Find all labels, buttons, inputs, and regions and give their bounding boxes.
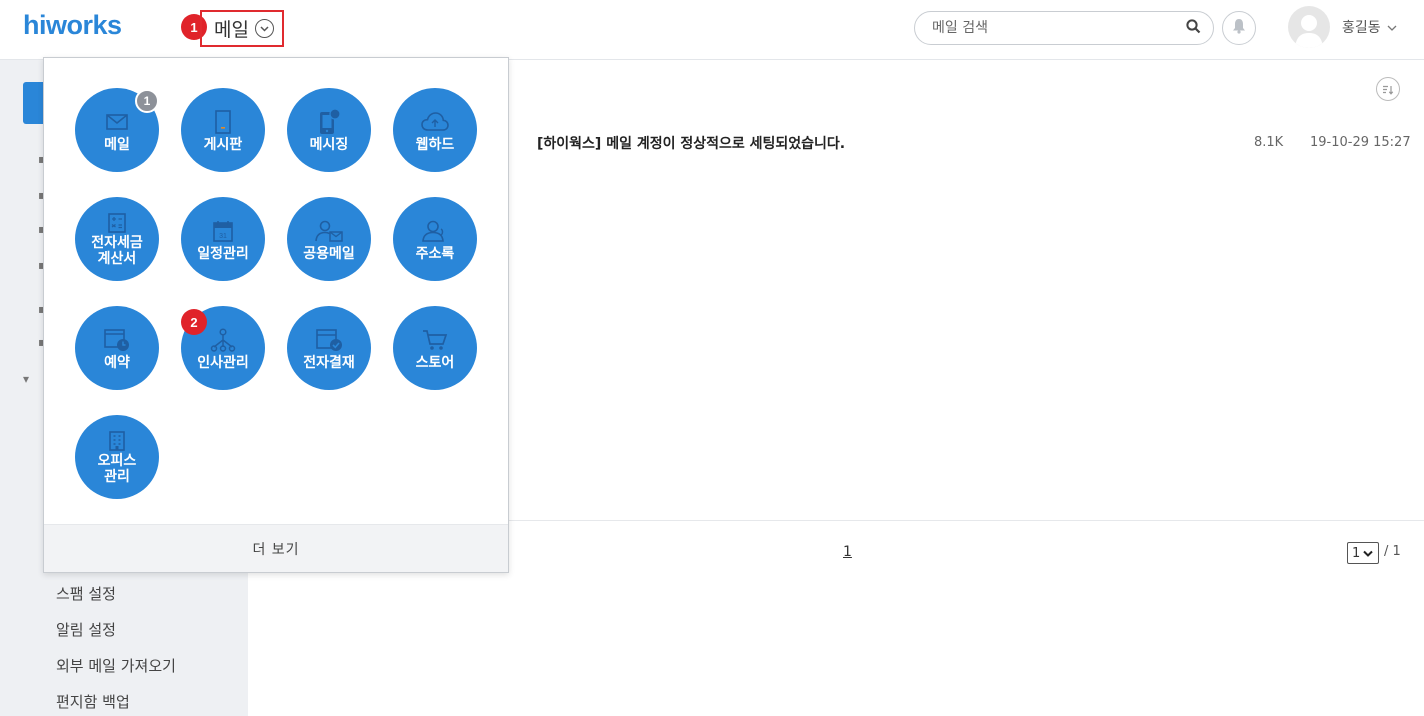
envelope-icon [106, 108, 128, 136]
shared-mail-icon [315, 217, 343, 245]
app-reservation[interactable]: 예약 [75, 306, 159, 390]
app-label: 주소록 [415, 245, 455, 262]
cloud-icon [421, 108, 449, 136]
avatar[interactable] [1288, 6, 1330, 48]
app-label: 오피스 관리 [97, 452, 137, 485]
app-label: 전자결재 [303, 354, 355, 371]
more-button[interactable]: 더 보기 [44, 524, 508, 572]
app-label: 메시징 [309, 136, 349, 153]
app-label: 스토어 [415, 354, 455, 371]
app-launcher-popup: 메일 1 게시판 메시징 웹하드 전자세금 계산서 31 일정관리 공용메일 주… [43, 57, 509, 573]
contacts-icon [422, 217, 448, 245]
app-label: 공용메일 [303, 245, 355, 262]
app-label: 인사관리 [197, 354, 249, 371]
phone-icon [318, 108, 340, 136]
mail-subject-link[interactable]: [하이웍스] 메일 계정이 정상적으로 세팅되었습니다. [537, 133, 845, 153]
app-webhard[interactable]: 웹하드 [393, 88, 477, 172]
app-messaging[interactable]: 메시징 [287, 88, 371, 172]
search-input[interactable] [932, 20, 1186, 36]
calculator-icon [108, 212, 126, 234]
app-e-approval[interactable]: 전자결재 [287, 306, 371, 390]
mail-date: 19-10-29 15:27 [1310, 135, 1411, 150]
app-address-book[interactable]: 주소록 [393, 197, 477, 281]
page-select-value: 1 [1352, 545, 1361, 561]
sort-button[interactable] [1376, 77, 1400, 101]
mail-size: 8.1K [1254, 135, 1284, 150]
building-icon [108, 430, 126, 452]
username-label: 홍길동 [1342, 20, 1381, 36]
chevron-down-icon [254, 19, 274, 38]
sidebar-item-spam-settings[interactable]: 스팸 설정 [56, 583, 116, 604]
svg-text:31: 31 [219, 233, 227, 240]
app-e-tax-invoice[interactable]: 전자세금 계산서 [75, 197, 159, 281]
app-label: 웹하드 [415, 136, 455, 153]
app-schedule[interactable]: 31 일정관리 [181, 197, 265, 281]
sort-icon [1382, 80, 1394, 99]
board-icon [214, 108, 232, 136]
search-icon[interactable] [1186, 18, 1201, 38]
top-header: hiworks 1 메일 홍길동 [0, 0, 1424, 60]
page-number-link[interactable]: 1 [843, 544, 852, 560]
app-shared-mail[interactable]: 공용메일 [287, 197, 371, 281]
current-app-label: 메일 [214, 19, 249, 41]
app-board[interactable]: 게시판 [181, 88, 265, 172]
step-badge-2: 2 [181, 309, 207, 335]
hiworks-logo[interactable]: hiworks [23, 10, 122, 41]
caret-down-icon[interactable]: ▾ [23, 372, 29, 386]
sidebar-item-alert-settings[interactable]: 알림 설정 [56, 619, 116, 640]
mail-search-box [914, 11, 1214, 45]
chevron-down-icon [1363, 546, 1373, 561]
page-total: / 1 [1384, 544, 1401, 559]
app-label: 메일 [104, 136, 130, 153]
sidebar-item-import-external-mail[interactable]: 외부 메일 가져오기 [56, 655, 176, 676]
bell-icon [1232, 18, 1246, 38]
app-label: 일정관리 [197, 245, 249, 262]
notification-bell-button[interactable] [1222, 11, 1256, 45]
page-select[interactable]: 1 [1347, 542, 1379, 564]
unread-count-badge: 1 [135, 89, 159, 113]
approval-icon [315, 326, 343, 354]
cart-icon [422, 326, 448, 354]
app-office-management[interactable]: 오피스 관리 [75, 415, 159, 499]
sidebar-item-mailbox-backup[interactable]: 편지함 백업 [56, 691, 130, 712]
app-store[interactable]: 스토어 [393, 306, 477, 390]
app-label: 게시판 [203, 136, 243, 153]
user-menu[interactable]: 홍길동 [1342, 17, 1397, 37]
calendar-icon: 31 [213, 217, 233, 245]
app-label: 전자세금 계산서 [91, 234, 143, 267]
app-switch-button[interactable]: 메일 [200, 10, 284, 47]
app-label: 예약 [104, 354, 130, 371]
chevron-down-icon [1387, 19, 1397, 35]
org-chart-icon [209, 326, 237, 354]
reservation-icon [104, 326, 130, 354]
